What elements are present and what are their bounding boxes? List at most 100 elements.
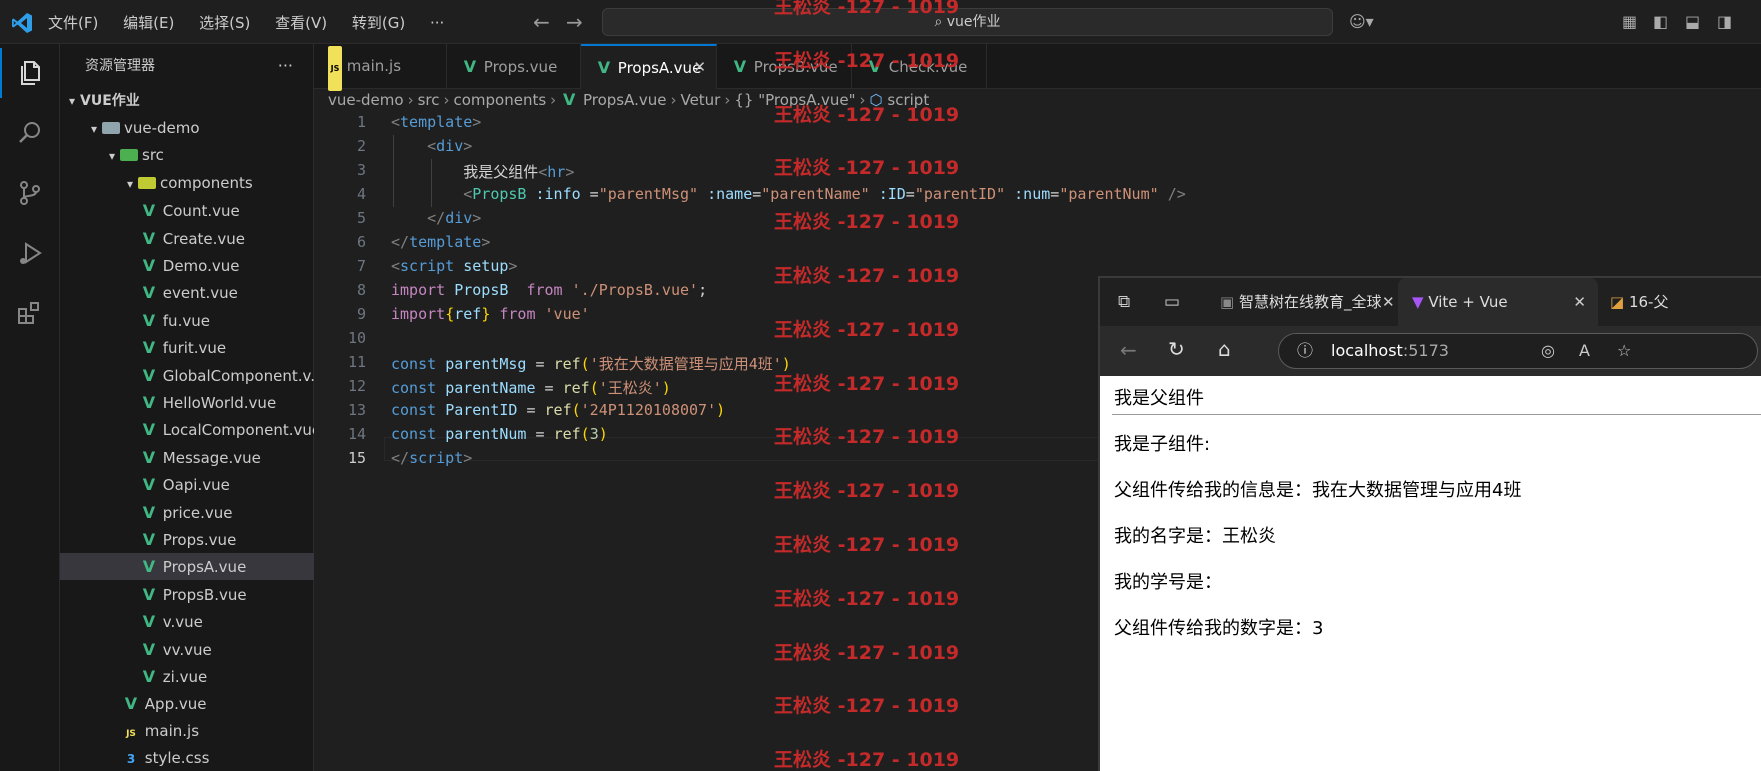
tree-item[interactable]: V v.vue xyxy=(60,608,314,635)
browser-tab-other[interactable]: ◪ 16-父 xyxy=(1600,278,1761,326)
close-tab-icon[interactable]: ✕ xyxy=(1382,278,1395,326)
breadcrumb-item[interactable]: PropsA.vue xyxy=(583,91,667,109)
menu-goto[interactable]: 转到(G) xyxy=(352,14,405,32)
line-number: 3 xyxy=(356,161,366,179)
search-view-icon[interactable] xyxy=(0,108,60,158)
line-number: 10 xyxy=(347,329,366,347)
forward-arrow-icon[interactable]: → xyxy=(566,10,583,34)
tab-propsa-vue[interactable]: V PropsA.vue ✕ xyxy=(581,44,717,89)
vscode-logo-icon xyxy=(12,13,32,33)
tree-item[interactable]: V fu.vue xyxy=(60,307,314,334)
code-line-15: </script> xyxy=(391,449,473,467)
vue-file-icon: V xyxy=(142,365,156,385)
tree-item[interactable]: V App.vue xyxy=(60,690,314,717)
folder-icon xyxy=(138,176,156,189)
copilot-icon[interactable]: ☺▾ xyxy=(1349,12,1374,31)
translate-icon[interactable]: ◎ xyxy=(1541,334,1555,368)
tree-item-label: App.vue xyxy=(144,695,207,714)
breadcrumb-item[interactable]: vue-demo xyxy=(328,91,404,109)
menu-file[interactable]: 文件(F) xyxy=(48,14,98,32)
tree-item[interactable]: JS main.js xyxy=(60,718,314,745)
close-tab-icon[interactable]: ✕ xyxy=(1573,278,1586,326)
tab-main-js[interactable]: JS main.js xyxy=(314,44,447,91)
extensions-icon[interactable] xyxy=(0,288,60,338)
browser-tab-vite-vue[interactable]: ▼ Vite + Vue ✕ xyxy=(1398,278,1598,326)
info-text: 父组件传给我的信息是：我在大数据管理与应用4班 xyxy=(1114,480,1522,501)
breadcrumb-item[interactable]: components xyxy=(453,91,546,109)
code-line-4: <PropsB :info ="parentMsg" :name="parent… xyxy=(463,185,1186,203)
address-bar[interactable]: ⓘ localhost:5173 ◎ A ☆ xyxy=(1278,333,1758,369)
tree-item[interactable]: 3 style.css xyxy=(60,745,314,771)
chevron-down-icon: ▾ xyxy=(68,94,76,108)
menu-view[interactable]: 查看(V) xyxy=(275,14,327,32)
browser-tab-zhihuishu[interactable]: ▣ 智慧树在线教育_全球 xyxy=(1208,278,1410,326)
menu-selection[interactable]: 选择(S) xyxy=(199,14,250,32)
watermark-text: 王松炎 -127 - 1019 xyxy=(774,49,960,72)
close-tab-icon[interactable]: ✕ xyxy=(693,46,706,89)
vue-file-icon: V xyxy=(733,57,747,76)
tree-item[interactable]: V Oapi.vue xyxy=(60,471,314,498)
tree-item[interactable]: ▾ src xyxy=(60,142,314,169)
tree-item[interactable]: V PropsB.vue xyxy=(60,581,314,608)
back-arrow-icon[interactable]: ← xyxy=(533,10,550,34)
menu-more[interactable]: ··· xyxy=(430,14,444,32)
vue-file-icon: V xyxy=(142,228,156,248)
chevron-right-icon: › xyxy=(670,91,677,109)
tab-actions-icon[interactable]: ▭ xyxy=(1164,278,1180,326)
home-icon[interactable]: ⌂ xyxy=(1218,337,1231,361)
tree-item[interactable]: V Message.vue xyxy=(60,444,314,471)
vue-file-icon: V xyxy=(142,447,156,467)
tree-item[interactable]: V furit.vue xyxy=(60,334,314,361)
breadcrumb-item[interactable]: src xyxy=(418,91,440,109)
layout-customize-icon[interactable]: ▦ xyxy=(1622,12,1637,31)
tab-props-vue[interactable]: V Props.vue xyxy=(447,44,581,89)
tree-item[interactable]: V GlobalComponent.v... xyxy=(60,362,314,389)
braces-icon: {} xyxy=(734,91,759,109)
watermark-text: 王松炎 -127 - 1019 xyxy=(774,0,960,18)
refresh-icon[interactable]: ↻ xyxy=(1168,337,1185,361)
line-number: 4 xyxy=(356,185,366,203)
tree-item[interactable]: V vv.vue xyxy=(60,636,314,663)
code-line-1: <template> xyxy=(391,113,482,131)
vue-file-icon: V xyxy=(597,58,611,77)
tree-item-label: Message.vue xyxy=(162,448,261,467)
tree-item[interactable]: ▾ vue-demo xyxy=(60,115,314,142)
run-debug-icon[interactable] xyxy=(0,228,60,278)
tree-item-label: GlobalComponent.v... xyxy=(162,366,314,385)
code-line-12: const parentName = ref('王松炎') xyxy=(391,379,671,397)
breadcrumb-item[interactable]: Vetur xyxy=(680,91,720,109)
source-control-icon[interactable] xyxy=(0,168,60,218)
toggle-primary-sidebar-icon[interactable]: ◧ xyxy=(1653,12,1668,31)
code-line-13: const ParentID = ref('24P1120108007') xyxy=(391,401,726,419)
read-aloud-icon[interactable]: A xyxy=(1579,334,1590,368)
workspaces-icon[interactable]: ⧉ xyxy=(1118,278,1130,326)
explorer-icon[interactable] xyxy=(0,48,60,98)
tree-item[interactable]: V PropsA.vue xyxy=(60,553,314,581)
back-icon[interactable]: ← xyxy=(1120,338,1137,362)
toggle-panel-icon[interactable]: ⬓ xyxy=(1685,12,1700,31)
tree-item[interactable]: ▾ components xyxy=(60,170,314,197)
menu-edit[interactable]: 编辑(E) xyxy=(123,14,174,32)
tree-item[interactable]: V LocalComponent.vue xyxy=(60,416,314,443)
tree-item-label: event.vue xyxy=(162,284,238,303)
command-center-search[interactable]: ⌕ vue作业 xyxy=(602,8,1333,36)
tree-item[interactable]: V price.vue xyxy=(60,499,314,526)
workspace-root[interactable]: ▾ VUE作业 xyxy=(60,88,314,115)
menu-bar: 文件(F) 编辑(E) 选择(S) 查看(V) 转到(G) ··· xyxy=(48,12,464,33)
tree-item-label: Oapi.vue xyxy=(162,476,230,495)
tree-item[interactable]: V Demo.vue xyxy=(60,252,314,279)
tree-item[interactable]: V Count.vue xyxy=(60,197,314,224)
tree-item[interactable]: V Create.vue xyxy=(60,225,314,252)
watermark-text: 王松炎 -127 - 1019 xyxy=(774,318,960,341)
favorite-star-icon[interactable]: ☆ xyxy=(1617,334,1631,368)
toggle-secondary-sidebar-icon[interactable]: ◨ xyxy=(1717,12,1732,31)
line-number: 5 xyxy=(356,209,366,227)
chevron-right-icon: › xyxy=(550,91,557,109)
vue-file-icon: V xyxy=(142,393,156,412)
tree-item[interactable]: V zi.vue xyxy=(60,663,314,690)
more-actions-icon[interactable]: ··· xyxy=(278,44,293,88)
tree-item[interactable]: V Props.vue xyxy=(60,526,314,553)
tree-item[interactable]: V event.vue xyxy=(60,279,314,306)
url-text: localhost:5173 xyxy=(1331,341,1449,360)
tree-item[interactable]: V HelloWorld.vue xyxy=(60,389,314,416)
